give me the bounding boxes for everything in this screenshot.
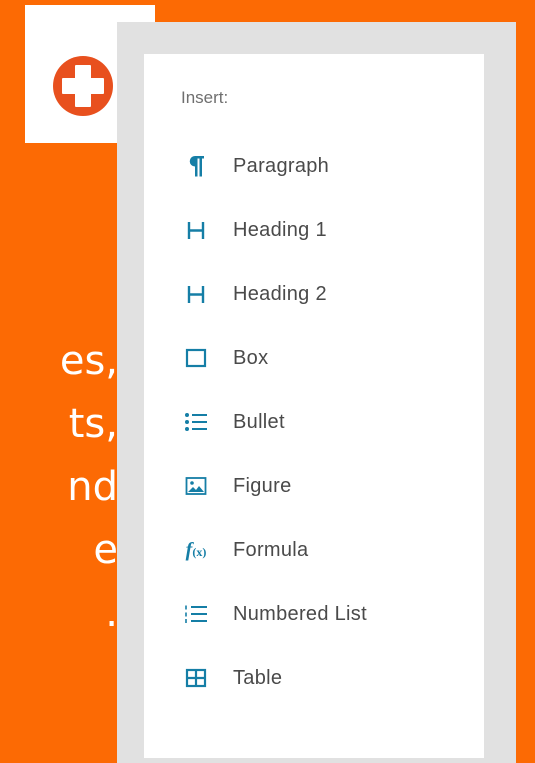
menu-item-heading-2[interactable]: Heading 2	[143, 262, 483, 326]
menu-item-label: Heading 2	[233, 282, 327, 305]
menu-item-label: Numbered List	[233, 602, 367, 625]
menu-item-label: Figure	[233, 474, 292, 497]
figure-icon	[181, 476, 211, 496]
menu-item-paragraph[interactable]: Paragraph	[143, 134, 483, 198]
menu-item-table[interactable]: Table	[143, 646, 483, 710]
box-icon	[181, 348, 211, 368]
numbered-list-icon	[181, 604, 211, 624]
menu-item-bullet[interactable]: Bullet	[143, 390, 483, 454]
menu-item-figure[interactable]: Figure	[143, 454, 483, 518]
table-icon	[181, 668, 211, 688]
menu-item-label: Bullet	[233, 410, 285, 433]
background-text-line: .	[105, 590, 118, 636]
background-text-line: e	[93, 527, 118, 573]
insert-menu-list: Paragraph Heading 1 Heading 2 Box Bullet…	[143, 134, 483, 710]
formula-icon: f(x)	[185, 539, 207, 561]
paragraph-icon	[181, 154, 211, 178]
menu-item-formula[interactable]: f(x) Formula	[143, 518, 483, 582]
add-button[interactable]	[50, 53, 116, 119]
menu-item-label: Box	[233, 346, 269, 369]
background-text-line: es,	[59, 338, 118, 384]
menu-item-numbered-list[interactable]: Numbered List	[143, 582, 483, 646]
menu-header: Insert:	[181, 88, 229, 107]
menu-item-heading-1[interactable]: Heading 1	[143, 198, 483, 262]
menu-item-label: Formula	[233, 538, 309, 561]
background-text-line: nd	[67, 464, 118, 510]
background-text-line: ts,	[68, 401, 118, 447]
heading-icon	[181, 219, 211, 241]
menu-item-label: Heading 1	[233, 218, 327, 241]
menu-item-label: Paragraph	[233, 154, 330, 177]
plus-circle-icon	[53, 56, 113, 116]
menu-item-box[interactable]: Box	[143, 326, 483, 390]
menu-item-label: Table	[233, 666, 283, 689]
bullet-list-icon	[181, 412, 211, 432]
heading-icon	[181, 283, 211, 305]
background-text: es, ts, nd e .	[0, 330, 118, 645]
